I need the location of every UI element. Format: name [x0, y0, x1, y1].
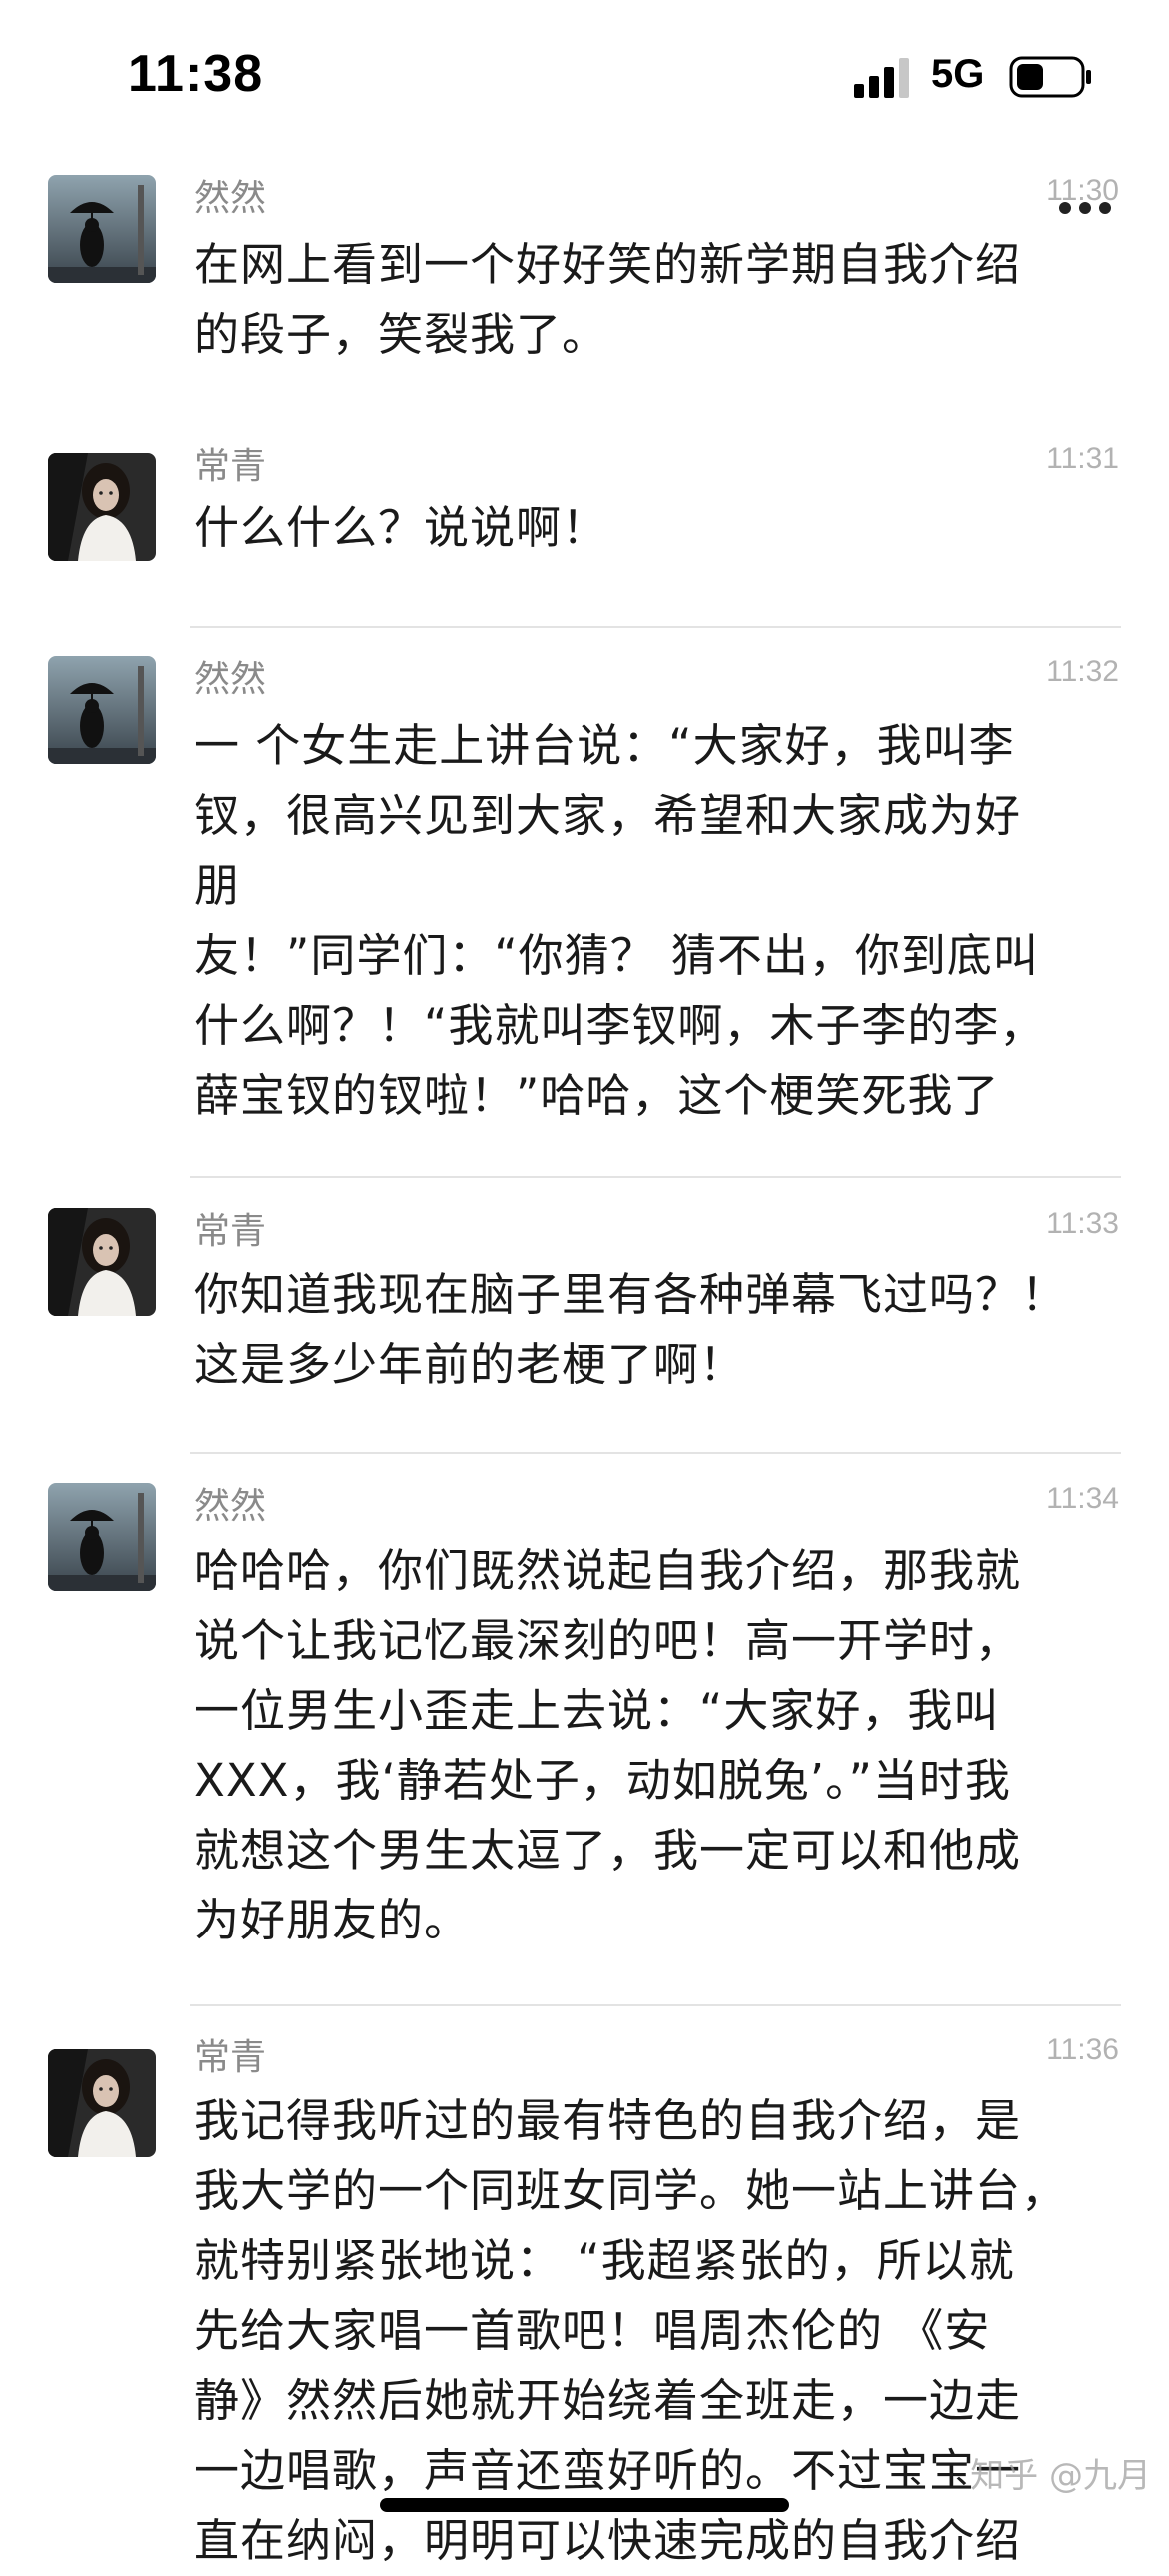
message-time: 11:34: [1046, 1482, 1119, 1515]
girl-portrait-image: [48, 2049, 156, 2157]
status-bar: 11:38 5G: [0, 0, 1169, 150]
message-item: 然然 11:34 哈哈哈，你们既然说起自我介绍，那我就 说个让我记忆最深刻的吧！…: [0, 1454, 1169, 2006]
sender-name: 然然: [194, 659, 267, 700]
message-text: 在网上看到一个好好笑的新学期自我介绍 的段子，笑裂我了。: [194, 238, 1022, 361]
network-label: 5G: [931, 52, 985, 96]
avatar-umbrella-silhouette[interactable]: [48, 656, 156, 764]
message-item: 然然 11:30 在网上看到一个好好笑的新学期自我介绍 的段子，笑裂我了。: [0, 150, 1169, 423]
avatar-girl-portrait[interactable]: [48, 453, 156, 561]
message-item: 常青 11:31 什么什么？说说啊！: [0, 423, 1169, 628]
battery-icon: [1009, 56, 1091, 98]
message-time: 11:32: [1046, 655, 1119, 688]
message-text: 什么什么？说说啊！: [194, 501, 608, 554]
avatar-girl-portrait[interactable]: [48, 1208, 156, 1316]
sender-name: 常青: [194, 446, 267, 487]
umbrella-silhouette-image: [48, 1483, 156, 1591]
home-indicator[interactable]: [380, 2498, 789, 2512]
umbrella-silhouette-image: [48, 656, 156, 764]
message-time: 11:36: [1046, 2033, 1119, 2066]
message-time: 11:31: [1046, 442, 1119, 475]
umbrella-silhouette-image: [48, 175, 156, 283]
message-item: 然然 11:32 一 个女生走上讲台说：“大家好，我叫李 钗，很高兴见到大家，希…: [0, 628, 1169, 1178]
message-item: 常青 11:33 你知道我现在脑子里有各种弹幕飞过吗？！ 这是多少年前的老梗了啊…: [0, 1178, 1169, 1454]
message-text: 一 个女生走上讲台说：“大家好，我叫李 钗，很高兴见到大家，希望和大家成为好 朋…: [194, 719, 1046, 1122]
message-text: 哈哈哈，你们既然说起自我介绍，那我就 说个让我记忆最深刻的吧！高一开学时， 一位…: [194, 1544, 1022, 1946]
message-time: 11:30: [1046, 174, 1119, 207]
message-list: 然然 11:30 在网上看到一个好好笑的新学期自我介绍 的段子，笑裂我了。 常青…: [0, 150, 1169, 2567]
watermark: 知乎 @九月: [970, 2456, 1151, 2496]
sender-name: 常青: [194, 2037, 267, 2078]
sender-name: 然然: [194, 178, 267, 219]
girl-portrait-image: [48, 1208, 156, 1316]
signal-bars-icon: [854, 58, 909, 98]
girl-portrait-image: [48, 453, 156, 561]
sender-name: 然然: [194, 1486, 267, 1527]
message-text: 你知道我现在脑子里有各种弹幕飞过吗？！ 这是多少年前的老梗了啊！: [194, 1268, 1068, 1391]
avatar-umbrella-silhouette[interactable]: [48, 175, 156, 283]
message-time: 11:33: [1046, 1207, 1119, 1240]
avatar-umbrella-silhouette[interactable]: [48, 1483, 156, 1591]
sender-name: 常青: [194, 1211, 267, 1252]
avatar-girl-portrait[interactable]: [48, 2049, 156, 2157]
status-time: 11:38: [128, 45, 264, 103]
